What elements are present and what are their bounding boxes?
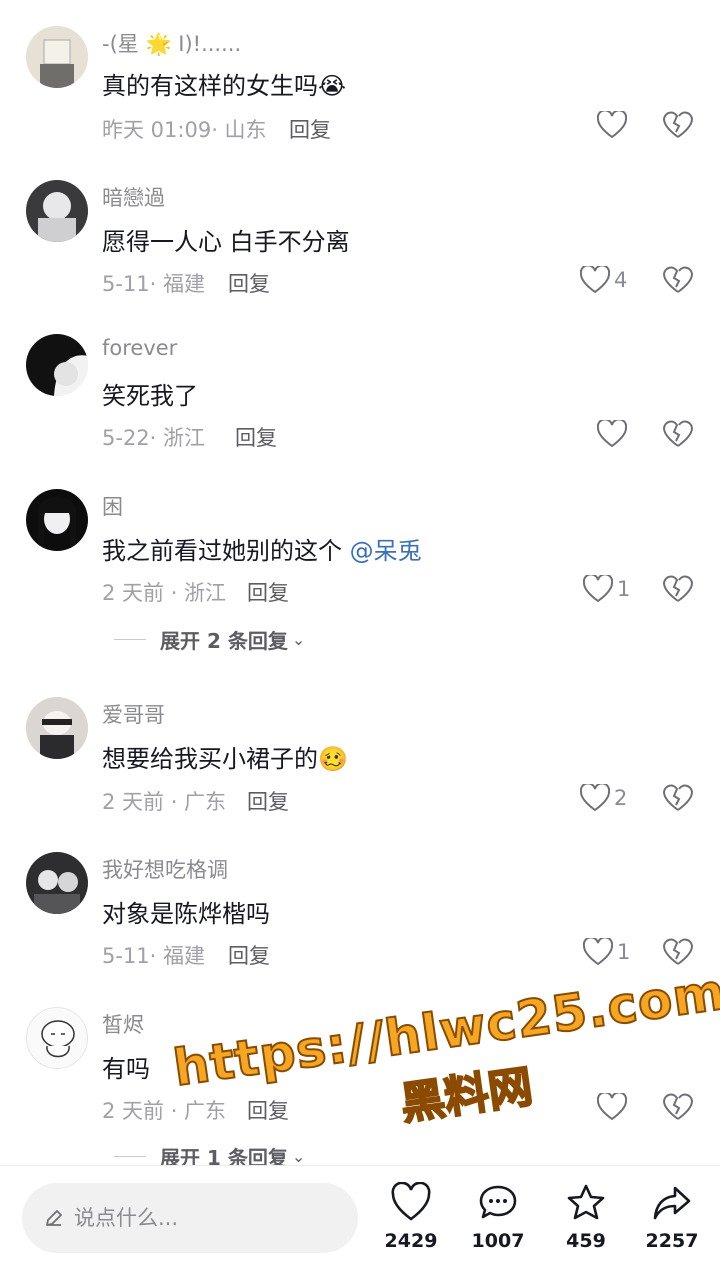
broken-heart-icon[interactable] xyxy=(663,419,693,449)
bottom-action-bar: 2429 1007 459 2257 xyxy=(0,1165,720,1280)
avatar[interactable] xyxy=(26,1007,88,1069)
comment-meta: 5-22· 浙江 xyxy=(102,426,206,450)
comment-action-button[interactable]: 1007 xyxy=(458,1182,538,1252)
watermark: https://hlwc25.com 黑料网 xyxy=(169,962,720,1163)
comment-username[interactable]: 暗戀過 xyxy=(102,182,165,212)
broken-heart-icon[interactable] xyxy=(663,783,693,813)
comment-username[interactable]: 困 xyxy=(102,491,123,521)
broken-heart-icon[interactable] xyxy=(663,265,693,295)
share-count-total: 2257 xyxy=(645,1230,699,1252)
reply-button[interactable]: 回复 xyxy=(235,422,277,452)
broken-heart-icon[interactable] xyxy=(663,574,693,604)
reply-button[interactable]: 回复 xyxy=(228,268,270,298)
avatar[interactable] xyxy=(26,489,88,551)
comment-count-total: 1007 xyxy=(471,1230,525,1252)
heart-icon xyxy=(597,1093,627,1121)
comment-input[interactable] xyxy=(74,1206,334,1230)
comment-username[interactable]: -(星 🌟 I)!...... xyxy=(102,28,241,58)
comment-meta: 2 天前 · 广东 xyxy=(102,790,227,814)
heart-icon xyxy=(597,111,627,139)
avatar[interactable] xyxy=(26,26,88,88)
heart-icon xyxy=(580,784,610,812)
star-icon xyxy=(567,1184,605,1220)
like-count: 2 xyxy=(614,786,628,810)
share-arrow-icon xyxy=(653,1186,691,1220)
heart-icon xyxy=(583,938,613,966)
reply-button[interactable]: 回复 xyxy=(247,1095,289,1125)
favorite-count-total: 459 xyxy=(566,1230,606,1252)
comment-input-box[interactable] xyxy=(22,1183,358,1253)
like-button[interactable]: 1 xyxy=(583,935,630,969)
broken-heart-icon[interactable] xyxy=(663,110,693,140)
pencil-icon xyxy=(46,1210,62,1226)
comment-meta: 5-11· 福建 xyxy=(102,944,206,968)
like-button[interactable]: 1 xyxy=(583,572,630,606)
like-count-total: 2429 xyxy=(384,1230,438,1252)
avatar[interactable] xyxy=(26,697,88,759)
comment-text: 有吗 xyxy=(102,1055,150,1083)
expand-replies-label: 展开 2 条回复 xyxy=(160,629,288,653)
expand-divider xyxy=(114,639,146,640)
heart-icon xyxy=(597,420,627,448)
comment-text: 想要给我买小裙子的🥴 xyxy=(102,745,348,773)
like-count: 4 xyxy=(614,268,628,292)
expand-replies-button[interactable]: 展开 2 条回复 ⌄ xyxy=(114,625,305,654)
reply-button[interactable]: 回复 xyxy=(228,940,270,970)
broken-heart-icon[interactable] xyxy=(663,937,693,967)
comment-text: 笑死我了 xyxy=(102,382,198,410)
reply-button[interactable]: 回复 xyxy=(247,786,289,816)
like-count: 1 xyxy=(617,940,631,964)
chevron-down-icon: ⌄ xyxy=(291,630,306,649)
watermark-url: https://hlwc25.com xyxy=(169,962,720,1099)
comment-username[interactable]: forever xyxy=(102,336,177,360)
expand-divider xyxy=(114,1156,146,1157)
broken-heart-icon[interactable] xyxy=(663,1092,693,1122)
comment-text: 对象是陈烨楷吗 xyxy=(102,900,270,928)
comment-bubble-icon xyxy=(479,1185,517,1219)
comment-meta: 昨天 01:09· 山东 xyxy=(102,118,267,142)
mention-link[interactable]: @呆兎 xyxy=(350,537,422,565)
chevron-down-icon: ⌄ xyxy=(291,1147,306,1166)
avatar[interactable] xyxy=(26,334,88,396)
avatar[interactable] xyxy=(26,852,88,914)
share-action-button[interactable]: 2257 xyxy=(632,1182,712,1252)
like-button[interactable] xyxy=(597,1090,631,1124)
comment-text: 我之前看过她别的这个 @呆兎 xyxy=(102,531,422,566)
reply-button[interactable]: 回复 xyxy=(289,114,331,144)
comment-meta: 5-11· 福建 xyxy=(102,272,206,296)
like-button[interactable]: 2 xyxy=(580,781,627,815)
comment-username[interactable]: 我好想吃格调 xyxy=(102,854,228,884)
comment-text-body: 我之前看过她别的这个 xyxy=(102,537,350,565)
comment-text: 愿得一人心 白手不分离 xyxy=(102,228,350,256)
avatar[interactable] xyxy=(26,180,88,242)
like-button[interactable] xyxy=(597,417,631,451)
favorite-action-button[interactable]: 459 xyxy=(546,1182,626,1252)
comment-username[interactable]: 皙烬 xyxy=(102,1009,144,1039)
heart-icon xyxy=(391,1182,431,1221)
like-button[interactable] xyxy=(597,108,631,142)
like-action-button[interactable]: 2429 xyxy=(371,1182,451,1252)
heart-icon xyxy=(580,266,610,294)
comment-meta: 2 天前 · 浙江 xyxy=(102,581,227,605)
heart-icon xyxy=(583,575,613,603)
reply-button[interactable]: 回复 xyxy=(247,577,289,607)
comment-text: 真的有这样的女生吗😭 xyxy=(102,72,347,100)
comment-username[interactable]: 爱哥哥 xyxy=(102,699,165,729)
like-button[interactable]: 4 xyxy=(580,263,627,297)
like-count: 1 xyxy=(617,577,631,601)
comment-meta: 2 天前 · 广东 xyxy=(102,1099,227,1123)
